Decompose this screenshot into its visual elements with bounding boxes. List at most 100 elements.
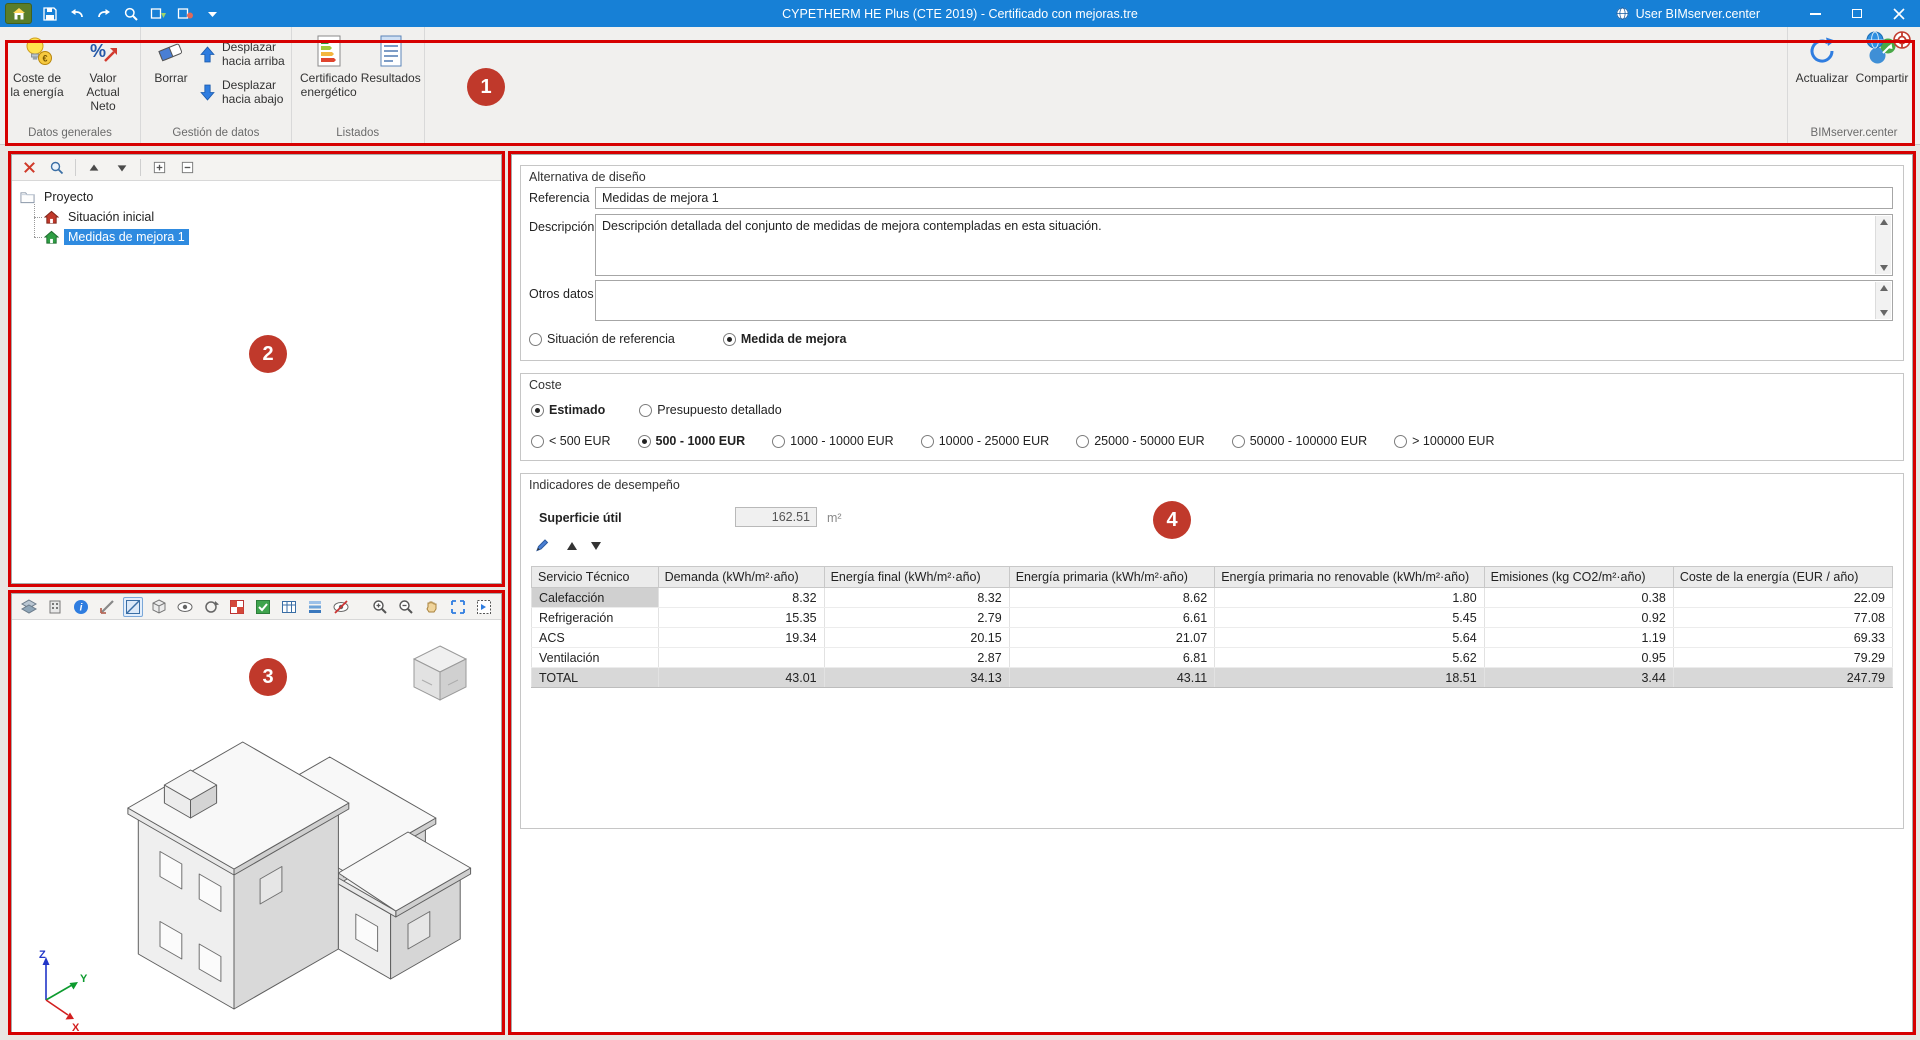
borrar-button[interactable]: Borrar (147, 34, 195, 85)
table-cell-value[interactable]: 15.35 (657, 607, 825, 628)
table-cell-value[interactable]: 21.07 (1008, 627, 1216, 648)
cost-range-option[interactable]: > 100000 EUR (1394, 434, 1495, 448)
table-cell-value[interactable]: 8.32 (823, 587, 1010, 608)
table-column-header[interactable]: Energía primaria (kWh/m²·año) (1008, 566, 1216, 588)
table-column-header[interactable]: Energía final (kWh/m²·año) (823, 566, 1010, 588)
save-button[interactable] (41, 5, 59, 23)
table-cell-value[interactable]: 69.33 (1672, 627, 1894, 648)
table-cell-value[interactable]: 19.34 (657, 627, 825, 648)
cost-range-option[interactable]: 50000 - 100000 EUR (1231, 434, 1367, 448)
coste-estimado-radio[interactable]: Estimado (531, 403, 605, 417)
tree-item-proyecto[interactable]: Proyecto (16, 187, 497, 207)
table-cell-service[interactable]: ACS (531, 627, 659, 648)
table-cell-value[interactable]: 79.29 (1672, 647, 1894, 668)
building-icon[interactable] (45, 597, 65, 617)
scroll-rail[interactable] (1875, 282, 1891, 319)
table-cell-service[interactable]: TOTAL (531, 667, 659, 688)
tree-item-medidas-mejora-1[interactable]: Medidas de mejora 1 (28, 227, 497, 247)
search-icon[interactable] (47, 158, 67, 178)
table-cell-value[interactable]: 0.38 (1483, 587, 1674, 608)
view-cube[interactable] (412, 645, 468, 701)
minimize-button[interactable] (1794, 0, 1836, 27)
previous-view-icon[interactable] (474, 597, 494, 617)
table-cell-value[interactable]: 6.61 (1008, 607, 1216, 628)
table-cell-value[interactable]: 43.01 (657, 667, 825, 688)
collapse-all-icon[interactable] (177, 158, 197, 178)
zoom-out-icon[interactable] (396, 597, 416, 617)
section-plane-icon[interactable] (123, 596, 143, 617)
delete-icon[interactable] (19, 158, 39, 178)
thermal-map-icon[interactable] (227, 597, 247, 617)
bim-update-icon[interactable] (176, 5, 194, 23)
coste-energia-button[interactable]: € Coste de la energía (6, 34, 68, 99)
table-cell-value[interactable]: 8.32 (657, 587, 825, 608)
table-cell-value[interactable]: 247.79 (1672, 667, 1894, 688)
close-button[interactable] (1878, 0, 1920, 27)
zoom-extents-icon[interactable] (448, 597, 468, 617)
table-column-header[interactable]: Demanda (kWh/m²·año) (657, 566, 825, 588)
table-column-header[interactable]: Energía primaria no renovable (kWh/m²·añ… (1214, 566, 1485, 588)
cost-range-option[interactable]: 25000 - 50000 EUR (1076, 434, 1205, 448)
table-cell-value[interactable] (657, 647, 825, 668)
table-cell-value[interactable]: 2.87 (823, 647, 1010, 668)
referencia-input[interactable]: Medidas de mejora 1 (595, 187, 1893, 209)
cost-range-option[interactable]: 10000 - 25000 EUR (920, 434, 1049, 448)
table-column-header[interactable]: Coste de la energía (EUR / año) (1672, 566, 1894, 588)
resultados-button[interactable]: Resultados (361, 34, 421, 85)
table-cell-value[interactable]: 5.45 (1214, 607, 1485, 628)
visibility-eye-icon[interactable] (175, 597, 195, 617)
presupuesto-detallado-radio[interactable]: Presupuesto detallado (639, 403, 782, 417)
table-cell-value[interactable]: 0.95 (1483, 647, 1674, 668)
table-cell-value[interactable]: 2.79 (823, 607, 1010, 628)
desplazar-arriba-button[interactable]: Desplazar hacia arriba (199, 37, 285, 71)
row-up-icon[interactable] (567, 542, 577, 550)
certificado-energetico-button[interactable]: Certificado energético (298, 34, 360, 99)
table-cell-service[interactable]: Ventilación (531, 647, 659, 668)
grid-table-icon[interactable] (279, 597, 299, 617)
solid-cube-icon[interactable] (149, 597, 169, 617)
table-cell-value[interactable]: 6.81 (1008, 647, 1216, 668)
maximize-button[interactable] (1836, 0, 1878, 27)
table-cell-value[interactable]: 5.62 (1214, 647, 1485, 668)
table-cell-value[interactable]: 8.62 (1008, 587, 1216, 608)
table-cell-value[interactable]: 1.80 (1214, 587, 1485, 608)
table-cell-value[interactable]: 20.15 (823, 627, 1010, 648)
table-column-header[interactable]: Emisiones (kg CO2/m²·año) (1483, 566, 1674, 588)
tree-item-situacion-inicial[interactable]: Situación inicial (28, 207, 497, 227)
cost-range-option[interactable]: 1000 - 10000 EUR (772, 434, 894, 448)
zoom-in-icon[interactable] (370, 597, 390, 617)
move-down-icon[interactable] (112, 158, 132, 178)
table-cell-value[interactable]: 34.13 (823, 667, 1010, 688)
table-column-header[interactable]: Servicio Técnico (531, 566, 659, 588)
check-model-icon[interactable] (253, 597, 273, 617)
measure-icon[interactable] (97, 597, 117, 617)
app-menu-button[interactable] (5, 3, 32, 24)
scroll-rail[interactable] (1875, 216, 1891, 274)
layer-list-icon[interactable] (305, 597, 325, 617)
otros-datos-textarea[interactable] (595, 280, 1893, 321)
model-3d-view[interactable]: Z Y X (12, 620, 501, 1032)
move-up-icon[interactable] (84, 158, 104, 178)
bimserver-user-chip[interactable]: User BIMserver.center (1615, 6, 1760, 21)
table-cell-value[interactable]: 77.08 (1672, 607, 1894, 628)
table-cell-value[interactable]: 0.92 (1483, 607, 1674, 628)
undo-button[interactable] (68, 5, 86, 23)
table-cell-service[interactable]: Calefacción (531, 587, 659, 608)
search-icon[interactable] (122, 5, 140, 23)
table-cell-value[interactable]: 43.11 (1008, 667, 1216, 688)
orbit-icon[interactable] (201, 597, 221, 617)
actualizar-button[interactable]: Actualizar (1794, 34, 1850, 85)
table-cell-value[interactable]: 22.09 (1672, 587, 1894, 608)
pan-hand-icon[interactable] (422, 597, 442, 617)
network-globe-icon[interactable] (1865, 30, 1885, 50)
expand-all-icon[interactable] (149, 158, 169, 178)
table-cell-value[interactable]: 1.19 (1483, 627, 1674, 648)
layers-icon[interactable] (19, 597, 39, 617)
valor-actual-neto-button[interactable]: % Valor Actual Neto (72, 34, 134, 113)
cost-range-option[interactable]: 500 - 1000 EUR (637, 434, 745, 448)
desplazar-abajo-button[interactable]: Desplazar hacia abajo (199, 75, 285, 109)
redo-button[interactable] (95, 5, 113, 23)
descripcion-textarea[interactable]: Descripción detallada del conjunto de me… (595, 214, 1893, 276)
medida-mejora-radio[interactable]: Medida de mejora (722, 332, 846, 346)
table-cell-value[interactable]: 5.64 (1214, 627, 1485, 648)
